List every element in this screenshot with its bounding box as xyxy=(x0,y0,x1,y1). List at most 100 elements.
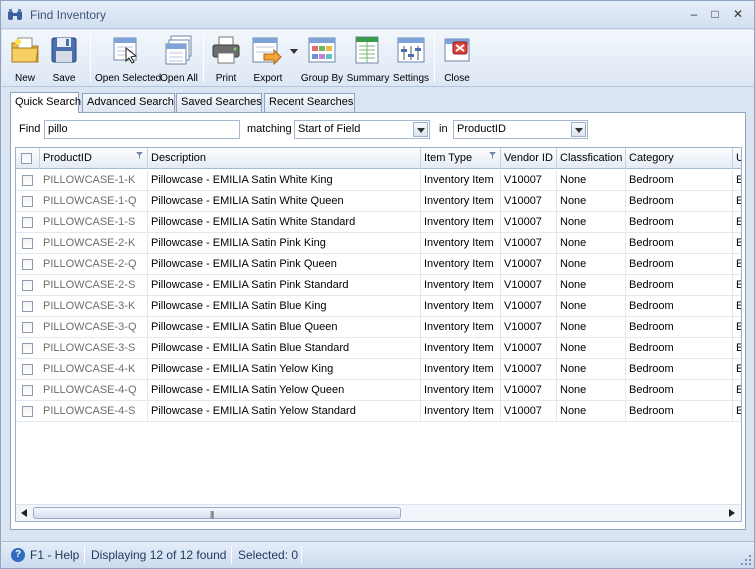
filter-icon[interactable] xyxy=(136,152,143,159)
select-all-checkbox[interactable] xyxy=(21,153,32,164)
maximize-button[interactable]: □ xyxy=(705,6,725,22)
cell-classification: None xyxy=(557,170,626,191)
row-checkbox[interactable] xyxy=(22,259,33,270)
toolbar-separator xyxy=(434,34,435,82)
row-checkbox[interactable] xyxy=(22,343,33,354)
column-header-label: Vendor ID xyxy=(504,152,553,164)
cell-category: Bedroom xyxy=(626,170,733,191)
cell-u: E xyxy=(733,170,741,191)
cell-productid: PILLOWCASE-3-S xyxy=(40,338,148,359)
row-checkbox[interactable] xyxy=(22,364,33,375)
column-header-label: Description xyxy=(151,152,207,164)
new-button[interactable]: New xyxy=(6,32,44,86)
export-button-label: Export xyxy=(253,73,283,84)
cell-item-type: Inventory Item xyxy=(421,338,501,359)
cell-description: Pillowcase - EMILIA Satin Blue Queen xyxy=(148,317,421,338)
row-checkbox[interactable] xyxy=(22,280,33,291)
cell-vendor-id: V10007 xyxy=(501,338,557,359)
open-all-button[interactable]: Open All xyxy=(159,32,199,86)
tab-saved-searches[interactable]: Saved Searches xyxy=(176,93,262,112)
open-selected-button[interactable]: Open Selected xyxy=(95,32,161,86)
row-checkbox[interactable] xyxy=(22,301,33,312)
group-by-icon xyxy=(308,37,336,63)
column-header-productid[interactable]: ProductID xyxy=(40,148,148,169)
scrollbar-thumb[interactable]: ||| xyxy=(33,507,401,519)
table-row[interactable]: PILLOWCASE-2-Q Pillowcase - EMILIA Satin … xyxy=(16,254,741,275)
chevron-down-icon[interactable] xyxy=(413,122,428,137)
cell-productid: PILLOWCASE-1-S xyxy=(40,212,148,233)
field-select[interactable]: ProductID xyxy=(453,120,588,139)
row-checkbox[interactable] xyxy=(22,385,33,396)
column-header-description[interactable]: Description xyxy=(148,148,421,169)
group-by-button[interactable]: Group By xyxy=(300,32,344,86)
cell-description: Pillowcase - EMILIA Satin Pink Queen xyxy=(148,254,421,275)
window-title: Find Inventory xyxy=(30,8,107,22)
tab-quick-search[interactable]: Quick Search xyxy=(10,92,81,113)
cell-vendor-id: V10007 xyxy=(501,170,557,191)
toolbar-separator xyxy=(203,34,204,82)
table-row[interactable]: PILLOWCASE-3-Q Pillowcase - EMILIA Satin … xyxy=(16,317,741,338)
settings-button[interactable]: Settings xyxy=(391,32,431,86)
table-row[interactable]: PILLOWCASE-1-Q Pillowcase - EMILIA Satin … xyxy=(16,191,741,212)
matching-select[interactable]: Start of Field xyxy=(294,120,430,139)
row-checkbox[interactable] xyxy=(22,238,33,249)
cell-category: Bedroom xyxy=(626,359,733,380)
export-dropdown-arrow-icon[interactable] xyxy=(290,49,298,55)
table-row[interactable]: PILLOWCASE-4-S Pillowcase - EMILIA Satin … xyxy=(16,401,741,422)
close-window-button[interactable]: ✕ xyxy=(728,6,748,22)
table-row[interactable]: PILLOWCASE-3-S Pillowcase - EMILIA Satin … xyxy=(16,338,741,359)
table-row[interactable]: PILLOWCASE-2-S Pillowcase - EMILIA Satin … xyxy=(16,275,741,296)
print-button[interactable]: Print xyxy=(207,32,245,86)
table-row[interactable]: PILLOWCASE-1-K Pillowcase - EMILIA Satin … xyxy=(16,170,741,191)
chevron-down-icon[interactable] xyxy=(571,122,586,137)
table-row[interactable]: PILLOWCASE-4-Q Pillowcase - EMILIA Satin … xyxy=(16,380,741,401)
toolbar-separator xyxy=(90,34,91,82)
cell-item-type: Inventory Item xyxy=(421,233,501,254)
scroll-left-arrow-icon[interactable] xyxy=(21,509,27,517)
close-button[interactable]: Close xyxy=(438,32,476,86)
cell-productid: PILLOWCASE-2-K xyxy=(40,233,148,254)
find-input[interactable]: pillo xyxy=(44,120,240,139)
help-icon[interactable]: ? xyxy=(11,548,25,562)
cell-u: E xyxy=(733,191,741,212)
column-header-label: Category xyxy=(629,152,674,164)
row-checkbox[interactable] xyxy=(22,175,33,186)
close-icon xyxy=(444,38,470,62)
find-label: Find xyxy=(19,123,41,135)
resize-grip-icon[interactable] xyxy=(741,555,751,565)
column-header-item-type[interactable]: Item Type xyxy=(421,148,501,169)
cell-item-type: Inventory Item xyxy=(421,401,501,422)
column-header-classification[interactable]: Classfication xyxy=(557,148,626,169)
row-checkbox[interactable] xyxy=(22,322,33,333)
column-header-category[interactable]: Category xyxy=(626,148,733,169)
table-row[interactable]: PILLOWCASE-2-K Pillowcase - EMILIA Satin … xyxy=(16,233,741,254)
scrollbar-grip-icon: ||| xyxy=(210,510,214,519)
filter-icon[interactable] xyxy=(489,152,496,159)
help-status[interactable]: F1 - Help xyxy=(30,548,79,562)
summary-button[interactable]: Summary xyxy=(346,32,390,86)
tab-recent-searches[interactable]: Recent Searches xyxy=(264,93,355,112)
export-button[interactable]: Export xyxy=(248,32,300,86)
minimize-button[interactable]: – xyxy=(684,6,704,22)
cell-vendor-id: V10007 xyxy=(501,401,557,422)
horizontal-scrollbar[interactable]: ||| xyxy=(16,504,741,521)
column-header-u[interactable]: U xyxy=(733,148,741,169)
table-row[interactable]: PILLOWCASE-3-K Pillowcase - EMILIA Satin … xyxy=(16,296,741,317)
cell-classification: None xyxy=(557,380,626,401)
save-button[interactable]: Save xyxy=(45,32,83,86)
column-header-vendor-id[interactable]: Vendor ID xyxy=(501,148,557,169)
new-button-label: New xyxy=(14,73,35,84)
new-folder-icon xyxy=(11,37,39,63)
row-checkbox[interactable] xyxy=(22,406,33,417)
toolbar: New Save Open Selected Open All Print Ex… xyxy=(2,30,754,87)
row-checkbox[interactable] xyxy=(22,196,33,207)
row-checkbox[interactable] xyxy=(22,217,33,228)
cell-u: E xyxy=(733,338,741,359)
scroll-right-arrow-icon[interactable] xyxy=(729,509,735,517)
table-row[interactable]: PILLOWCASE-4-K Pillowcase - EMILIA Satin … xyxy=(16,359,741,380)
displaying-count: Displaying 12 of 12 found xyxy=(91,548,227,562)
cell-u: E xyxy=(733,380,741,401)
tab-advanced-search[interactable]: Advanced Search xyxy=(82,93,175,112)
in-label: in xyxy=(439,123,448,135)
table-row[interactable]: PILLOWCASE-1-S Pillowcase - EMILIA Satin … xyxy=(16,212,741,233)
